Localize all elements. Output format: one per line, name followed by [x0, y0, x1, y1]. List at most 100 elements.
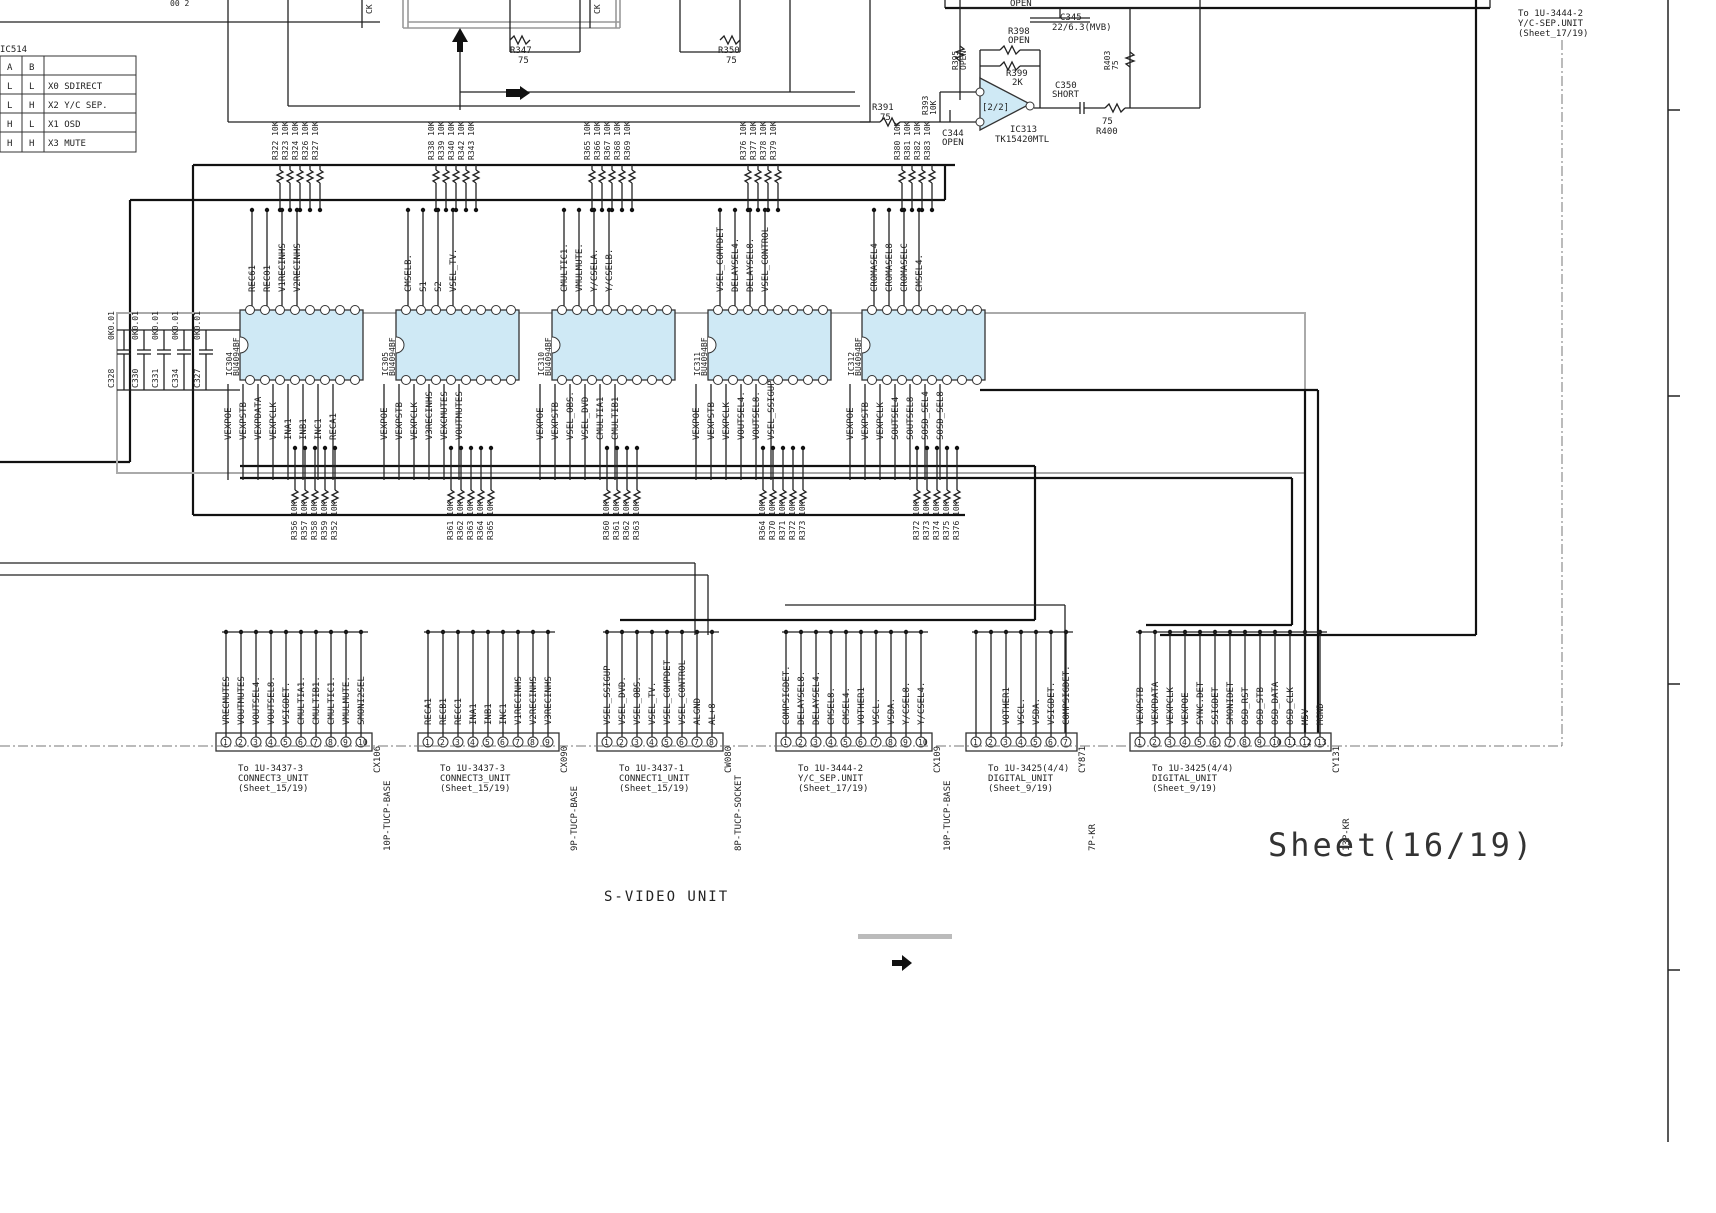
junction-dot: [924, 445, 930, 451]
connector-ref: CONNECT3_UNIT: [440, 774, 511, 784]
connector-signal: VMULMUTE.: [342, 676, 352, 725]
signal-label: V1RECINHS: [278, 243, 288, 292]
signal-label: VEXPCLK: [269, 401, 279, 440]
svg-text:[2/2]: [2/2]: [982, 103, 1009, 113]
resistor-symbol: [632, 489, 642, 504]
resistor-symbol: [330, 489, 340, 504]
resistor-symbol: [942, 489, 952, 504]
signal-label: VSEL_CONTROL: [761, 227, 771, 292]
svg-text:X0 SDIRECT: X0 SDIRECT: [48, 82, 103, 92]
chip-pin: [773, 305, 783, 315]
resistor-label: R370 10K: [768, 501, 777, 540]
chip-pin: [461, 375, 471, 385]
resistor-symbol: [773, 169, 783, 184]
chip-pin: [431, 305, 441, 315]
junction-dot: [435, 207, 441, 213]
chip-pin: [275, 375, 285, 385]
signal-label: RECA1: [329, 413, 339, 440]
junction-dot: [443, 207, 449, 213]
resistor-label: R363 10K: [466, 501, 475, 540]
connector-signal: ALGND: [693, 698, 703, 725]
junction-dot: [909, 207, 915, 213]
junction-dot: [312, 445, 318, 451]
junction-dot: [916, 207, 922, 213]
signal-label: REC01: [263, 265, 273, 292]
bypass-cap: C334 0K0.01: [171, 311, 191, 390]
junction-dot: [478, 445, 484, 451]
connector-id: CX106: [373, 746, 383, 773]
svg-text:CK: CK: [365, 4, 374, 14]
resistor-symbol: [952, 489, 962, 504]
junction-dot: [307, 207, 313, 213]
chip-pin: [491, 305, 501, 315]
junction-dot: [468, 445, 474, 451]
connector-signal: OSD_STB: [1256, 687, 1266, 725]
resistor-symbol: [758, 489, 768, 504]
junction-dot: [294, 207, 300, 213]
signal-label: VEXPCLK: [722, 401, 732, 440]
junction-dot: [886, 207, 892, 213]
svg-text:0K0.01: 0K0.01: [131, 311, 140, 340]
connector-signal: INB1: [484, 703, 494, 725]
signal-label: CROMASELC: [900, 243, 910, 292]
resistor-label: R364 10K: [758, 501, 767, 540]
chip-pin: [476, 305, 486, 315]
signal-label: VEXPCLK: [410, 401, 420, 440]
svg-text:B: B: [29, 63, 34, 73]
connector-signal: VOTHER1: [857, 687, 867, 725]
board-connector: 1RECA12RECB13RECC14INA15INB16INC17V1RECI…: [417, 629, 580, 851]
svg-text:TK15420MTL: TK15420MTL: [995, 135, 1049, 145]
junction-dot: [954, 445, 960, 451]
top-wiring: CK CK 00 2: [0, 0, 1491, 123]
svg-text:R347: R347: [510, 46, 532, 56]
svg-text:C330: C330: [131, 369, 140, 388]
connector-signal: SMONI2SEL: [357, 676, 367, 725]
junction-dot: [322, 445, 328, 451]
signal-label: VEXPOE: [846, 407, 856, 440]
chip-pin: [275, 305, 285, 315]
signal-label: SOUTSEL4: [891, 397, 901, 440]
resistor-label: R365 10K: [583, 121, 592, 160]
resistor-symbol: [290, 489, 300, 504]
junction-dot: [473, 207, 479, 213]
chip-pin: [320, 375, 330, 385]
chip-pin: [743, 305, 753, 315]
connector-ref: (Sheet_17/19): [798, 784, 868, 794]
connector-signal: RECC1: [454, 698, 464, 725]
connector-ref: DIGITAL_UNIT: [1152, 774, 1218, 784]
signal-label: VEXPOE: [692, 407, 702, 440]
resistor-symbol: [441, 169, 451, 184]
truth-table-title: IC514: [0, 45, 27, 55]
chip-pin: [587, 305, 597, 315]
signal-label: CROMASEL4: [870, 243, 880, 292]
chip-pin: [743, 375, 753, 385]
resistor-label: R368 10K: [613, 121, 622, 160]
chip-pin: [572, 375, 582, 385]
connector-ref: CONNECT3_UNIT: [238, 774, 309, 784]
signal-label: VSEL_SSIGUP: [767, 380, 777, 440]
connector-signal: CMSEL8.: [827, 687, 837, 725]
resistor-symbol: [451, 169, 461, 184]
connector-signal: VSDA.: [1032, 698, 1042, 725]
signal-label: VMULMUTE.: [575, 243, 585, 292]
junction-dot: [614, 445, 620, 451]
connector-signal: VOUTSEL8.: [267, 676, 277, 725]
resistor-label: R343 10K: [467, 121, 476, 160]
junction-dot: [717, 207, 723, 213]
chip-body: [707, 309, 832, 381]
signal-label: VEXPCLK: [876, 401, 886, 440]
chip-body: [861, 309, 986, 381]
svg-text:75: 75: [1102, 117, 1113, 127]
resistor-symbol: [456, 489, 466, 504]
svg-text:X3 MUTE: X3 MUTE: [48, 139, 86, 149]
junction-dot: [934, 445, 940, 451]
resistor-symbol: [320, 489, 330, 504]
connector-signal: VEXPSTB: [1136, 687, 1146, 725]
resistor-label: R376 10K: [739, 121, 748, 160]
chip-pin: [335, 375, 345, 385]
chip-pin: [867, 375, 877, 385]
svg-text:C331: C331: [151, 369, 160, 388]
resistor-symbol: [285, 169, 295, 184]
connector-signal: VSEL_CONTROL: [678, 660, 688, 725]
chip-pin: [461, 305, 471, 315]
